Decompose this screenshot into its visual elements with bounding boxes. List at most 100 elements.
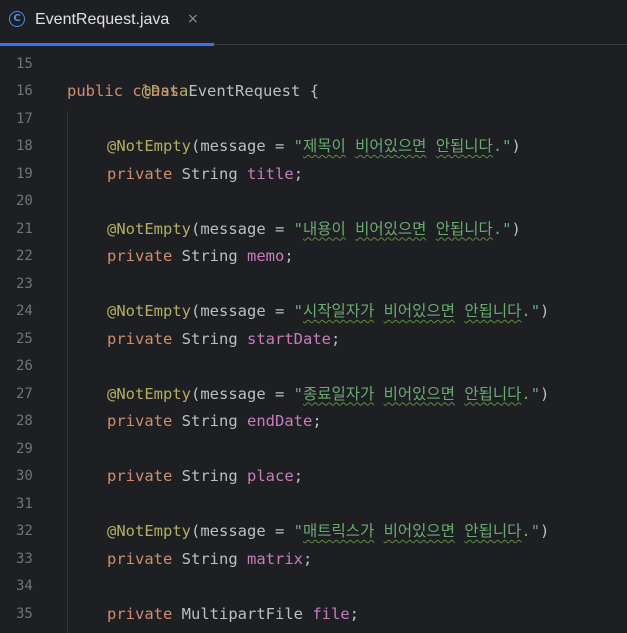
line-number: 32 (16, 523, 33, 539)
annotation-args: (message = (191, 137, 294, 155)
code-line: @Data (67, 51, 189, 100)
code-line: @NotEmpty(message = "내용이 비어있으면 안됩니다.") (67, 216, 521, 244)
line-number: 29 (16, 440, 33, 457)
line-number: 23 (16, 275, 33, 292)
line-number: 30 (16, 468, 33, 484)
field-name: memo (247, 247, 285, 265)
tab-filename: EventRequest.java (35, 11, 170, 28)
string-text: 안됩니다 (464, 522, 522, 540)
line-number: 34 (16, 578, 33, 594)
string-quote: ." (521, 522, 541, 540)
paren: ) (540, 522, 550, 540)
keyword: private (107, 329, 173, 348)
line-number: 22 (16, 248, 33, 264)
string-text: 종료일자가 (303, 384, 375, 403)
paren: ) (540, 384, 550, 403)
ide-window: C EventRequest.java × 15 16 17 18 19 20 … (0, 0, 627, 633)
code-line: private String title; (67, 161, 303, 189)
string-text: 제목이 (303, 137, 346, 155)
string-text: 비어있으면 (383, 384, 455, 403)
type-name: String (181, 329, 238, 348)
line-number: 20 (16, 193, 33, 209)
string-quote: " (293, 219, 303, 238)
line-number: 16 (16, 83, 33, 99)
code-line: public class EventRequest { (67, 78, 319, 106)
field-name: place (247, 467, 294, 485)
semicolon: ; (303, 549, 313, 568)
keyword: private (107, 467, 173, 485)
line-number: 24 (16, 303, 33, 319)
paren: ) (540, 302, 550, 320)
string-quote: ." (521, 384, 541, 403)
string-text: 안됩니다 (464, 384, 522, 403)
semicolon: ; (331, 329, 341, 348)
line-number: 28 (16, 413, 33, 429)
string-text: 안됩니다 (435, 137, 493, 155)
brace: { (309, 82, 320, 100)
annotation-args: (message = (191, 522, 294, 540)
field-name: startDate (247, 329, 332, 348)
type-name: String (181, 549, 238, 568)
string-quote: ." (492, 137, 512, 155)
annotation: @NotEmpty (107, 522, 191, 540)
code-line: private MultipartFile file; (67, 601, 359, 629)
code-line: private String endDate; (67, 408, 322, 436)
close-icon[interactable]: × (187, 9, 199, 29)
string-text: 비어있으면 (383, 522, 455, 540)
code-line: @NotEmpty(message = "제목이 비어있으면 안됩니다.") (67, 133, 521, 161)
class-name: EventRequest (188, 82, 301, 100)
string-quote: " (293, 384, 303, 403)
code-area[interactable]: @Data public class EventRequest { @NotEm… (67, 46, 627, 633)
field-name: matrix (247, 549, 304, 568)
keyword: class (132, 82, 180, 100)
annotation-args: (message = (191, 302, 294, 320)
type-name: String (181, 247, 238, 265)
string-quote: " (293, 302, 303, 320)
code-editor[interactable]: 15 16 17 18 19 20 21 22 23 24 25 26 27 2… (0, 46, 627, 633)
field-name: file (312, 604, 350, 623)
string-quote: " (293, 137, 303, 155)
semicolon: ; (293, 467, 304, 485)
line-number: 33 (16, 550, 33, 567)
string-text: 내용이 (303, 219, 346, 238)
java-class-icon: C (9, 11, 25, 27)
code-line: @NotEmpty(message = "매트릭스가 비어있으면 안됩니다.") (67, 518, 549, 546)
annotation-args: (message = (191, 384, 294, 403)
semicolon: ; (293, 164, 304, 183)
string-text: 안됩니다 (435, 219, 493, 238)
string-text: 비어있으면 (383, 302, 455, 320)
code-line: private String matrix; (67, 546, 312, 574)
field-name: title (247, 164, 294, 183)
annotation: @NotEmpty (107, 302, 191, 320)
type-name: String (181, 412, 238, 430)
line-number: 26 (16, 358, 33, 374)
line-number-gutter[interactable]: 15 16 17 18 19 20 21 22 23 24 25 26 27 2… (0, 46, 60, 633)
keyword: private (107, 549, 173, 568)
line-number: 17 (16, 110, 33, 127)
code-line: private String startDate; (67, 326, 340, 354)
string-text: 비어있으면 (355, 219, 427, 238)
string-text: 시작일자가 (303, 302, 375, 320)
annotation: @NotEmpty (107, 384, 191, 403)
line-number: 19 (16, 165, 33, 182)
line-number: 18 (16, 138, 33, 154)
paren: ) (511, 137, 521, 155)
line-number: 27 (16, 385, 33, 402)
field-name: endDate (247, 412, 313, 430)
semicolon: ; (312, 412, 322, 430)
keyword: private (107, 412, 173, 430)
string-quote: ." (492, 219, 512, 238)
annotation: @NotEmpty (107, 219, 191, 238)
code-line: private String place; (67, 463, 303, 491)
line-number: 15 (16, 55, 33, 72)
type-name: String (181, 467, 238, 485)
line-number: 21 (16, 220, 33, 237)
line-number: 25 (16, 330, 33, 347)
annotation-args: (message = (191, 219, 294, 238)
tab-eventrequest-java[interactable]: C EventRequest.java × (0, 0, 214, 46)
string-text: 매트릭스가 (303, 522, 375, 540)
type-name: String (181, 164, 238, 183)
line-number: 31 (16, 495, 33, 512)
code-line: @NotEmpty(message = "시작일자가 비어있으면 안됩니다.") (67, 298, 549, 326)
code-line: private String memo; (67, 243, 294, 271)
